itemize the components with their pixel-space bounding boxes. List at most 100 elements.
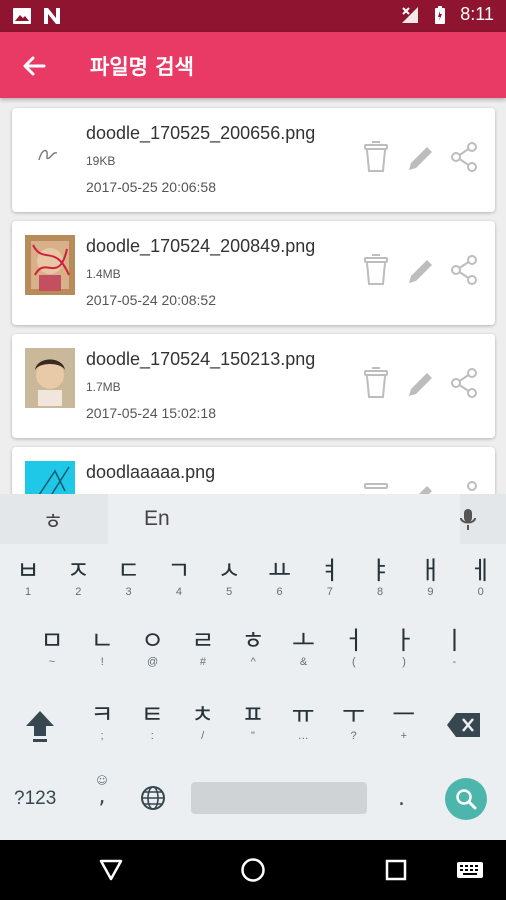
key-hint: ( — [351, 656, 356, 668]
key[interactable]: ㅁ ~ — [35, 626, 69, 668]
edit-pencil-icon[interactable] — [405, 366, 435, 400]
key[interactable]: ㅂ1 — [11, 556, 45, 598]
edit-pencil-icon[interactable] — [405, 253, 435, 287]
key[interactable]: ㅈ2 — [61, 556, 95, 598]
key-letter: ㅈ — [66, 556, 90, 585]
photo-thumbnail — [25, 235, 75, 295]
page-title: 파일명 검색 — [90, 55, 194, 79]
file-size: 19KB — [86, 154, 116, 168]
key[interactable]: ㅗ & — [287, 626, 321, 668]
signal-icon — [402, 6, 419, 23]
key[interactable]: ㄱ4 — [162, 556, 196, 598]
key[interactable]: ㅑ8 — [363, 556, 397, 598]
share-icon[interactable] — [449, 140, 479, 174]
key-letter: ㅏ — [392, 626, 416, 655]
key[interactable]: ㅛ6 — [263, 556, 297, 598]
key[interactable]: ㅠ… — [286, 700, 320, 742]
file-name: doodlaaaaa.png — [86, 462, 216, 482]
key[interactable]: ㅕ7 — [313, 556, 347, 598]
period-key[interactable]: . — [398, 786, 405, 811]
key[interactable]: ㅡ + — [387, 700, 421, 742]
key-letter: ㅂ — [16, 556, 40, 585]
key-hint: 7 — [326, 586, 333, 598]
key-letter: ㅡ — [392, 700, 416, 729]
key-hint: ? — [350, 730, 357, 742]
key[interactable]: ㅌ: — [135, 700, 169, 742]
key-letter: ㄱ — [167, 556, 191, 585]
back-triangle-icon[interactable] — [98, 858, 124, 882]
key-letter: ㅁ — [40, 626, 64, 655]
key-letter: ㅜ — [341, 700, 365, 729]
file-card[interactable]: doodle_170524_150213.png 1.7MB 2017-05-2… — [12, 334, 495, 438]
trash-icon[interactable] — [361, 366, 391, 400]
key-hint: + — [400, 730, 408, 742]
key[interactable]: ㅜ? — [337, 700, 371, 742]
key-hint: 8 — [377, 586, 384, 598]
key[interactable]: ㄷ3 — [112, 556, 146, 598]
key-hint: 5 — [226, 586, 233, 598]
space-bar[interactable] — [191, 782, 367, 814]
trash-icon[interactable] — [361, 140, 391, 174]
file-date: 2017-05-24 15:02:18 — [86, 405, 216, 421]
backspace-icon[interactable] — [446, 712, 482, 738]
key-letter: ㄴ — [90, 626, 114, 655]
search-key[interactable] — [445, 778, 487, 820]
file-card[interactable]: doodlaaaaa.png — [12, 447, 495, 494]
trash-icon[interactable] — [361, 479, 391, 494]
share-icon[interactable] — [449, 366, 479, 400]
suggestion-strip: ㅎ En — [0, 494, 506, 544]
shift-icon[interactable] — [24, 708, 56, 744]
key-letter: ㅑ — [368, 556, 392, 585]
key[interactable]: ㅇ @ — [136, 626, 170, 668]
key[interactable]: ㅊ / — [186, 700, 220, 742]
suggestion-item[interactable]: En — [108, 494, 460, 544]
trash-icon[interactable] — [361, 253, 391, 287]
key[interactable]: ㅔ0 — [464, 556, 498, 598]
key-letter: ㅠ — [291, 700, 315, 729]
keyboard-icon[interactable] — [456, 861, 484, 879]
key-letter: ㅗ — [291, 626, 315, 655]
key[interactable]: ㅣ- — [437, 626, 471, 668]
key[interactable]: ㅎ ^ — [236, 626, 270, 668]
key-letter: ㅛ — [267, 556, 291, 585]
key-hint: ) — [402, 656, 406, 668]
microphone-icon[interactable] — [458, 508, 478, 532]
key-hint: & — [299, 656, 308, 668]
key-hint: ~ — [48, 656, 56, 668]
file-size: 1.4MB — [86, 267, 121, 281]
key-letter: ㅍ — [241, 700, 265, 729]
key-letter: ㅎ — [241, 626, 265, 655]
comma-key[interactable]: ☺ , — [94, 774, 110, 808]
key[interactable]: ㄹ # — [186, 626, 220, 668]
notification-n-icon — [44, 8, 60, 24]
key-letter: ㅐ — [418, 556, 442, 585]
share-icon[interactable] — [449, 253, 479, 287]
photo-thumbnail — [25, 348, 75, 408]
edit-pencil-icon[interactable] — [405, 140, 435, 174]
key-hint: 4 — [175, 586, 182, 598]
key-hint: ! — [100, 656, 104, 668]
key[interactable]: ㅓ( — [337, 626, 371, 668]
key-hint: ; — [100, 730, 104, 742]
globe-icon[interactable] — [140, 785, 166, 811]
file-card[interactable]: doodle_170525_200656.png 19KB 2017-05-25… — [12, 108, 495, 212]
key[interactable]: ㅋ; — [85, 700, 119, 742]
back-arrow-icon[interactable] — [20, 52, 48, 80]
language-switch-key[interactable]: ㅎ — [40, 504, 66, 535]
key[interactable]: ㅏ) — [387, 626, 421, 668]
key[interactable]: ㄴ! — [85, 626, 119, 668]
edit-pencil-icon[interactable] — [405, 479, 435, 494]
share-icon[interactable] — [449, 479, 479, 494]
recents-square-icon[interactable] — [385, 859, 407, 881]
soft-keyboard: ㅎ En ㅂ1ㅈ2ㄷ3ㄱ4ㅅ5ㅛ6ㅕ7ㅑ8ㅐ9ㅔ0 ㅁ ~ ㄴ! ㅇ @ ㄹ # ㅎ ^ ㅗ & ㅓ(… — [0, 494, 506, 840]
symbols-key[interactable]: ?123 — [14, 788, 56, 810]
file-list[interactable]: doodle_170525_200656.png 19KB 2017-05-25… — [0, 98, 506, 494]
key[interactable]: ㅍ " — [236, 700, 270, 742]
file-card[interactable]: doodle_170524_200849.png 1.4MB 2017-05-2… — [12, 221, 495, 325]
file-date: 2017-05-25 20:06:58 — [86, 179, 216, 195]
key[interactable]: ㅅ5 — [212, 556, 246, 598]
file-date: 2017-05-24 20:08:52 — [86, 292, 216, 308]
key-letter: ㅣ — [442, 626, 466, 655]
key[interactable]: ㅐ9 — [413, 556, 447, 598]
home-circle-icon[interactable] — [240, 857, 266, 883]
